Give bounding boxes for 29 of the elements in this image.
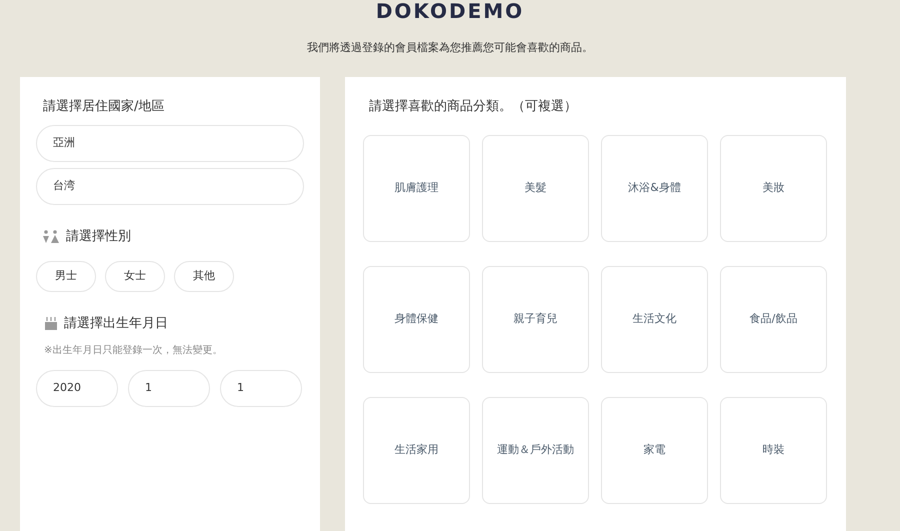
category-tile[interactable]: 親子育兒 bbox=[482, 266, 589, 373]
gender-option[interactable]: 女士 bbox=[105, 260, 165, 292]
select-field[interactable]: 1 bbox=[128, 370, 210, 407]
section-title: 請選擇性別 bbox=[66, 228, 131, 246]
category-tile[interactable]: 美髮 bbox=[482, 135, 589, 242]
category-tile[interactable]: 生活文化 bbox=[601, 266, 708, 373]
select-field[interactable]: 1 bbox=[220, 370, 302, 407]
section-title: 請選擇居住國家/地區 bbox=[43, 98, 166, 116]
section-title: 請選擇喜歡的商品分類。（可複選） bbox=[369, 98, 578, 116]
select-field[interactable]: 台湾 bbox=[36, 168, 304, 205]
select-field[interactable]: 亞洲 bbox=[36, 125, 304, 162]
intro-text: 我們將透過登錄的會員檔案為您推薦您可能會喜歡的商品。 bbox=[307, 40, 593, 56]
gender-option[interactable]: 其他 bbox=[174, 260, 234, 292]
gender-option[interactable]: 男士 bbox=[36, 260, 96, 292]
note-text: ※出生年月日只能登錄一次，無法變更。 bbox=[44, 344, 224, 358]
category-tile[interactable]: 食品/飲品 bbox=[720, 266, 827, 373]
category-tile[interactable]: 沐浴&身體 bbox=[601, 135, 708, 242]
category-tile[interactable]: 肌膚護理 bbox=[363, 135, 470, 242]
select-field[interactable]: 2020 bbox=[36, 370, 118, 407]
category-tile[interactable]: 時裝 bbox=[720, 397, 827, 504]
category-tile[interactable]: 運動＆戶外活動 bbox=[482, 397, 589, 504]
category-tile[interactable]: 生活家用 bbox=[363, 397, 470, 504]
section-title: 請選擇出生年月日 bbox=[64, 314, 168, 332]
people-icon bbox=[42, 230, 60, 244]
category-tile[interactable]: 家電 bbox=[601, 397, 708, 504]
cake-icon bbox=[44, 316, 58, 330]
logo: DOKODEMO bbox=[376, 1, 524, 20]
category-tile[interactable]: 美妝 bbox=[720, 135, 827, 242]
category-tile[interactable]: 身體保健 bbox=[363, 266, 470, 373]
